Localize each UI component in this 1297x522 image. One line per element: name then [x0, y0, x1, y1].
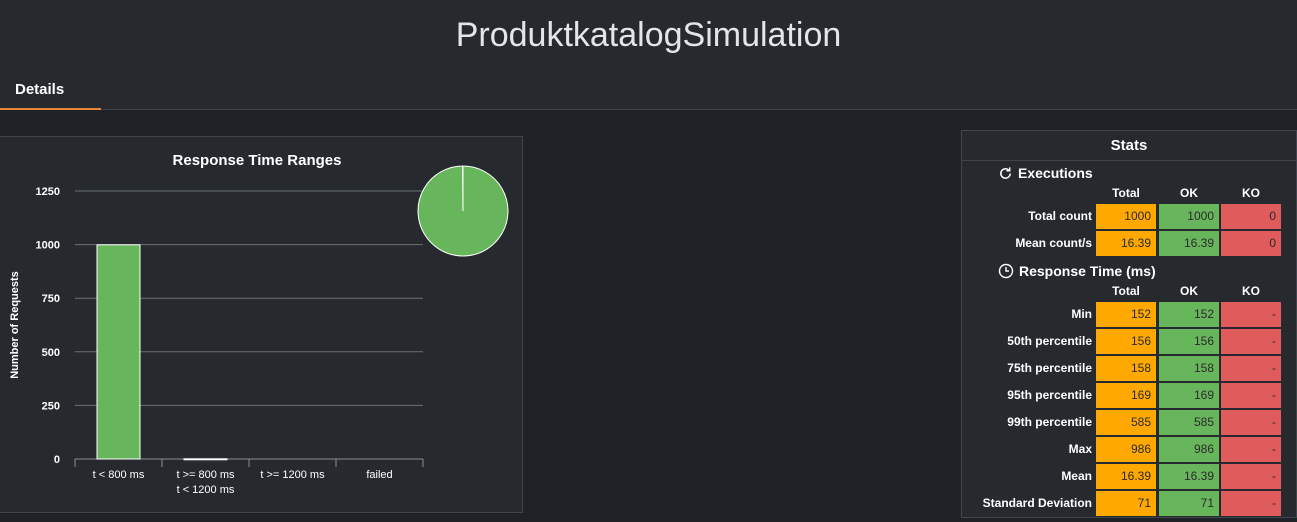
column-header: OK: [1180, 284, 1198, 298]
stats-cell-total: 1000: [1096, 204, 1156, 229]
stats-cell-ko: -: [1221, 491, 1281, 516]
stats-cell-ok: 169: [1159, 383, 1219, 408]
tab-details[interactable]: Details: [0, 76, 101, 110]
column-header: KO: [1242, 284, 1260, 298]
stats-row-label: 95th percentile: [1007, 388, 1092, 402]
stats-cell-ok: 156: [1159, 329, 1219, 354]
stats-row-label: Min: [1071, 307, 1092, 321]
stats-row-label: Mean: [1061, 469, 1092, 483]
stats-cell-ko: -: [1221, 464, 1281, 489]
chart-title: Response Time Ranges: [173, 152, 342, 169]
stats-cell-ko: 0: [1221, 231, 1281, 256]
x-tick-label: t >= 1200 ms: [260, 469, 325, 481]
column-header: OK: [1180, 186, 1198, 200]
response-time-ranges-panel: Response Time Ranges Number of Requests 0 2…: [0, 136, 523, 513]
clock-icon: [998, 263, 1014, 279]
stats-title: Stats: [962, 131, 1296, 161]
stats-cell-ok: 585: [1159, 410, 1219, 435]
y-tick-label: 1000: [36, 240, 60, 252]
y-tick-label: 1250: [36, 186, 60, 198]
stats-row-label: 50th percentile: [1007, 334, 1092, 348]
stats-cell-ko: -: [1221, 356, 1281, 381]
executions-section-title: Executions: [998, 163, 1093, 183]
y-tick-label: 0: [54, 454, 60, 466]
column-header: KO: [1242, 186, 1260, 200]
refresh-icon: [1000, 166, 1011, 179]
stats-cell-ok: 986: [1159, 437, 1219, 462]
stats-cell-ok: 152: [1159, 302, 1219, 327]
stats-row-label: 75th percentile: [1007, 361, 1092, 375]
stats-row-label: 99th percentile: [1007, 415, 1092, 429]
response-time-section-title: Response Time (ms): [998, 261, 1156, 281]
page-title: ProduktkatalogSimulation: [455, 16, 842, 54]
stats-row-label: Total count: [1028, 209, 1092, 223]
x-tick-label: failed: [366, 469, 392, 481]
stats-cell-ko: 0: [1221, 204, 1281, 229]
stats-row-label: Mean count/s: [1015, 236, 1092, 250]
y-tick-label: 500: [42, 347, 60, 359]
response-time-title: Response Time (ms): [1019, 263, 1156, 279]
column-header: Total: [1112, 284, 1140, 298]
stats-row-label: Max: [1068, 442, 1092, 456]
bar: [96, 244, 141, 460]
stats-cell-ko: -: [1221, 383, 1281, 408]
stats-cell-ok: 158: [1159, 356, 1219, 381]
stats-row-label: Standard Deviation: [982, 496, 1092, 510]
stats-cell-total: 986: [1096, 437, 1156, 462]
executions-title: Executions: [1018, 165, 1093, 181]
stats-cell-total: 71: [1096, 491, 1156, 516]
stats-cell-ok: 16.39: [1159, 464, 1219, 489]
stats-cell-ko: -: [1221, 302, 1281, 327]
x-tick-label: t < 800 ms: [93, 469, 145, 481]
stats-cell-total: 152: [1096, 302, 1156, 327]
stats-panel: Stats Executions Response Time (ms) Tota…: [961, 130, 1297, 518]
stats-cell-total: 158: [1096, 356, 1156, 381]
stats-cell-total: 16.39: [1096, 464, 1156, 489]
stats-cell-ok: 1000: [1159, 204, 1219, 229]
stats-cell-total: 169: [1096, 383, 1156, 408]
y-axis-label: Number of Requests: [9, 271, 21, 379]
x-tick-label: t < 1200 ms: [177, 484, 235, 496]
bar: [183, 458, 228, 461]
stats-cell-total: 16.39: [1096, 231, 1156, 256]
stats-cell-total: 585: [1096, 410, 1156, 435]
y-tick-label: 750: [42, 293, 60, 305]
stats-cell-ko: -: [1221, 329, 1281, 354]
header: ProduktkatalogSimulation Details: [0, 0, 1297, 110]
response-time-ranges-chart: Response Time Ranges Number of Requests 0 2…: [9, 152, 509, 496]
stats-cell-total: 156: [1096, 329, 1156, 354]
stats-cell-ok: 71: [1159, 491, 1219, 516]
stats-cell-ko: -: [1221, 437, 1281, 462]
stats-cell-ok: 16.39: [1159, 231, 1219, 256]
column-header: Total: [1112, 186, 1140, 200]
y-tick-label: 250: [42, 400, 60, 412]
x-tick-label: t >= 800 ms: [176, 469, 235, 481]
stats-cell-ko: -: [1221, 410, 1281, 435]
